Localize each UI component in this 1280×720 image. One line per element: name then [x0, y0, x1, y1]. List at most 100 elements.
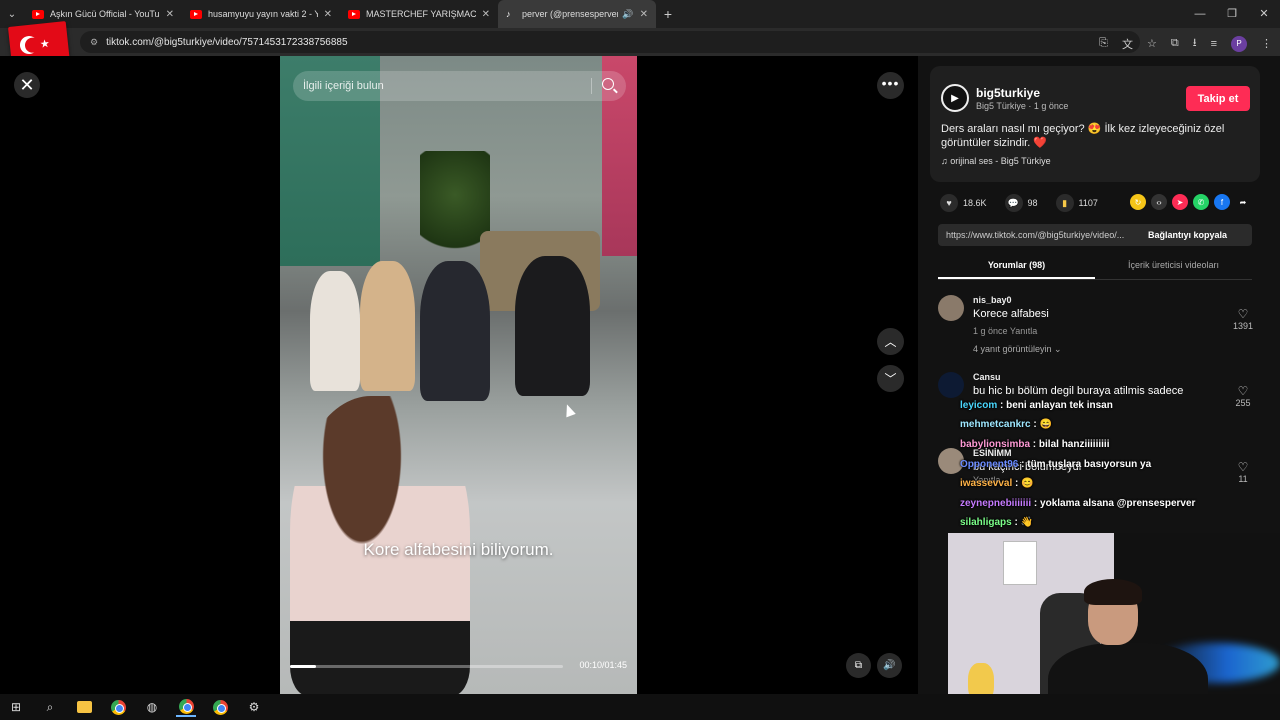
floating-player-button[interactable]: ⧉ — [846, 653, 871, 678]
chat-text: : yoklama alsana @prensesperver — [1033, 498, 1196, 509]
tab-comments[interactable]: Yorumlar (98) — [938, 254, 1095, 279]
comment-like-button[interactable]: ♡ 11 — [1228, 460, 1258, 484]
menu-icon[interactable]: ⋮ — [1261, 37, 1272, 50]
next-video-button[interactable]: ﹀ — [877, 365, 904, 392]
address-toolbar: ⚙ tiktok.com/@big5turkiye/video/75714531… — [0, 28, 1280, 56]
browser-tab[interactable]: MASTERCHEF YARIŞMACILARINA ✕ — [340, 0, 498, 28]
avatar[interactable] — [938, 295, 964, 321]
chat-user: mehmetcankrc — [960, 419, 1031, 430]
view-replies-link[interactable]: 4 yanıt görüntüleyin ⌄ — [973, 344, 1062, 355]
download-icon[interactable]: ⭳ — [1193, 34, 1197, 53]
install-app-icon[interactable]: ⎘ — [1099, 37, 1108, 50]
close-tab-icon[interactable]: ✕ — [166, 9, 174, 20]
follow-button[interactable]: Takip et — [1186, 86, 1250, 111]
site-info-icon[interactable]: ⚙ — [90, 37, 98, 48]
comment-author[interactable]: Cansu — [973, 372, 1001, 382]
chrome-icon[interactable] — [176, 697, 196, 717]
whatsapp-icon[interactable]: ✆ — [1193, 194, 1209, 210]
profile-avatar[interactable]: P — [1231, 35, 1247, 52]
like-count: 18.6K — [963, 198, 987, 208]
close-window-icon[interactable]: ✕ — [1248, 0, 1280, 28]
embed-icon[interactable]: ‹› — [1151, 194, 1167, 210]
more-options-button[interactable]: ••• — [877, 72, 904, 99]
facebook-icon[interactable]: f — [1214, 194, 1230, 210]
close-video-button[interactable]: ✕ — [14, 72, 40, 98]
chat-user: leyicom — [960, 400, 998, 411]
heart-icon: ♥ — [940, 194, 958, 212]
window-controls: — ❐ ✕ — [1184, 0, 1280, 28]
heart-icon: ♡ — [1237, 384, 1249, 398]
close-tab-icon[interactable]: ✕ — [482, 9, 490, 20]
close-tab-icon[interactable]: ✕ — [324, 9, 332, 20]
send-icon[interactable]: ➤ — [1172, 194, 1188, 210]
windows-start-icon[interactable]: ⊞ — [6, 697, 26, 717]
chrome-icon[interactable] — [108, 697, 128, 717]
video-description: Ders araları nasıl mı geçiyor? 😍 İlk kez… — [941, 123, 1225, 149]
author-card: ▶ big5turkiye Big5 Türkiye · 1 g önce Ta… — [930, 66, 1260, 182]
audio-playing-icon[interactable]: 🔊 — [622, 9, 633, 20]
settings-gear-icon[interactable]: ⚙ — [244, 697, 264, 717]
bookmark-icon: ▮ — [1055, 194, 1074, 212]
comment-button[interactable]: 💬 98 — [1004, 194, 1038, 212]
translate-icon[interactable]: 文 — [1122, 36, 1133, 52]
repost-icon[interactable]: ↻ — [1130, 194, 1146, 210]
app-icon[interactable]: ◍ — [142, 697, 162, 717]
avatar[interactable] — [938, 372, 964, 398]
share-arrow-icon[interactable]: ➦ — [1235, 194, 1251, 210]
tab-creator-videos[interactable]: İçerik üreticisi videoları — [1095, 254, 1252, 279]
address-bar[interactable]: ⚙ tiktok.com/@big5turkiye/video/75714531… — [80, 31, 1140, 53]
comment-count: 98 — [1027, 198, 1038, 208]
streamer-hair — [1084, 579, 1142, 605]
comment-like-button[interactable]: ♡ 1391 — [1228, 307, 1258, 331]
wall-poster — [1003, 541, 1037, 585]
minimize-icon[interactable]: — — [1184, 0, 1216, 28]
chat-text: : 😄 — [1033, 419, 1052, 430]
chrome-profile-icon[interactable] — [210, 697, 230, 717]
file-explorer-icon[interactable] — [74, 697, 94, 717]
copy-link-button[interactable]: Bağlantıyı kopyala — [1148, 230, 1227, 240]
comment-meta[interactable]: 1 g önce Yanıtla — [973, 326, 1037, 336]
share-link-row: https://www.tiktok.com/@big5turkiye/vide… — [938, 224, 1252, 246]
chat-text: : tüm tuşlara basıyorsun ya — [1021, 459, 1152, 470]
volume-button[interactable]: 🔊 — [877, 653, 902, 678]
video-stage: ✕ İlgili içeriği bulun Kore alfabesini b… — [0, 56, 918, 694]
heart-icon: ♡ — [1237, 307, 1249, 321]
chat-user: Opponent96 — [960, 459, 1019, 470]
heart-icon: ♡ — [1237, 460, 1249, 474]
comment-item: nis_bay0 Korece alfabesi 1 g önce Yanıtl… — [938, 295, 1258, 359]
previous-video-button[interactable]: ︿ — [877, 328, 904, 355]
comment-author[interactable]: nis_bay0 — [973, 295, 1012, 305]
music-link[interactable]: ♫ orijinal ses - Big5 Türkiye — [941, 156, 1051, 166]
video-player[interactable]: İlgili içeriği bulun Kore alfabesini bil… — [280, 56, 637, 694]
windows-taskbar: ⊞ ⌕ ◍ ⚙ — [0, 694, 1280, 720]
search-icon[interactable] — [602, 78, 614, 90]
chat-text: : 👋 — [1014, 517, 1034, 528]
media-controls-icon[interactable]: ≡ — [1211, 38, 1217, 50]
author-avatar[interactable]: ▶ — [941, 84, 969, 112]
author-subtitle: Big5 Türkiye · 1 g önce — [976, 101, 1069, 111]
search-icon[interactable]: ⌕ — [40, 697, 60, 717]
chat-user: babylionsimba — [960, 439, 1031, 450]
save-button[interactable]: ▮ 1107 — [1055, 194, 1098, 212]
share-link-text[interactable]: https://www.tiktok.com/@big5turkiye/vide… — [938, 230, 1148, 240]
browser-tab[interactable]: husamyuyu yayın vakti 2 - YouTube ✕ — [182, 0, 340, 28]
video-caption: Kore alfabesini biliyorum. — [363, 540, 554, 559]
extensions-icon[interactable]: ⧉ — [1171, 37, 1179, 50]
comment-like-button[interactable]: ♡ 255 — [1228, 384, 1258, 408]
chat-message: Opponent96 : tüm tuşlara basıyorsun ya — [960, 459, 1151, 470]
stats-row: ♥ 18.6K 💬 98 ▮ 1107 — [940, 194, 1116, 212]
tab-search-icon[interactable]: ⌄ — [0, 0, 24, 28]
close-tab-icon[interactable]: ✕ — [640, 9, 648, 20]
restore-icon[interactable]: ❐ — [1216, 0, 1248, 28]
chat-text: : beni anlayan tek insan — [1000, 400, 1113, 411]
new-tab-button[interactable]: + — [656, 6, 680, 22]
video-progress-bar[interactable] — [290, 665, 563, 668]
search-placeholder: İlgili içeriği bulun — [303, 80, 384, 92]
author-username[interactable]: big5turkiye — [976, 86, 1040, 100]
bookmark-star-icon[interactable]: ☆ — [1147, 37, 1157, 50]
browser-tab-bar: ⌄ Aşkın Gücü Official - YouTube ✕ husamy… — [0, 0, 1280, 28]
like-button[interactable]: ♥ 18.6K — [940, 194, 987, 212]
search-input[interactable]: İlgili içeriği bulun — [293, 71, 626, 101]
save-count: 1107 — [1078, 198, 1098, 208]
browser-tab-active[interactable]: ♪ perver (@prensesperver) | TikTok 🔊 ✕ — [498, 0, 656, 28]
